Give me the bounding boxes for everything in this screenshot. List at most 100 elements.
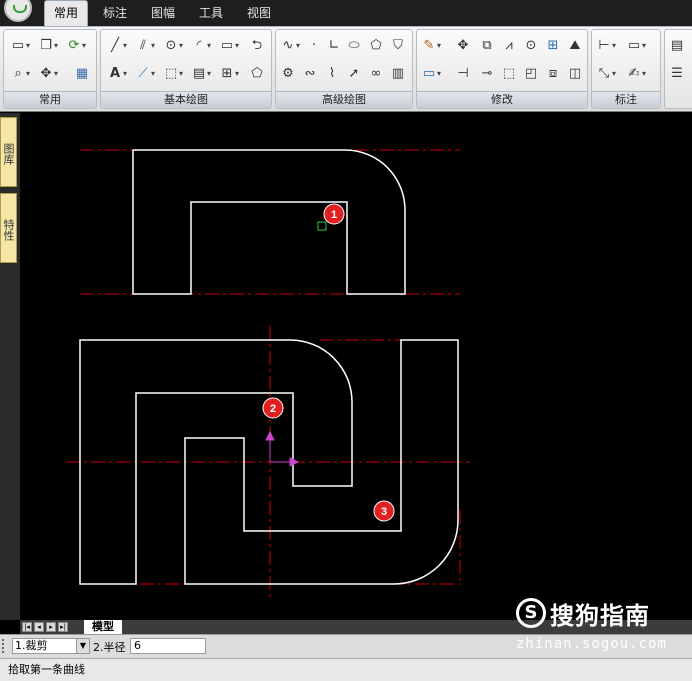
boundary-icon[interactable]: ⬠	[249, 66, 265, 82]
circle-icon[interactable]: ⊙	[163, 38, 183, 54]
radius-label: 2.半径	[93, 641, 126, 654]
note-icon[interactable]: ✍	[626, 66, 646, 82]
properties-tab[interactable]: 特性	[0, 193, 17, 263]
library-tab-label: 图库	[2, 143, 15, 165]
ribbon-group-label: 高级绘图	[276, 91, 412, 108]
marker-2: 2	[262, 397, 284, 419]
command-line: 1.裁剪 ▼ 2.半径 6	[0, 634, 692, 658]
erase-icon[interactable]: ✎	[421, 38, 441, 54]
ribbon-group-label: 基本绘图	[101, 91, 271, 108]
radius-input[interactable]: 6	[130, 638, 206, 654]
explode-icon[interactable]: ⧈	[545, 66, 561, 82]
tab-dimension[interactable]: 标注	[96, 0, 134, 26]
first-layout-button[interactable]: |◂	[22, 622, 32, 632]
spline-icon[interactable]: ∿	[280, 38, 300, 54]
table-icon[interactable]: ▥	[390, 66, 406, 82]
point-icon[interactable]: ·	[306, 38, 322, 54]
copy-icon[interactable]: ❐	[38, 38, 58, 54]
scale-icon[interactable]: ⛰	[567, 38, 583, 54]
angle-icon[interactable]: ∟	[326, 38, 342, 54]
linear-dimension-icon[interactable]: ⊢	[596, 38, 616, 54]
line-icon[interactable]: ╱	[107, 38, 127, 54]
mirror-icon[interactable]: ⩘	[501, 38, 517, 54]
stretch-icon[interactable]: ⬚	[501, 66, 517, 82]
ribbon-group-label: 常用	[4, 91, 96, 108]
layer-icon[interactable]: ▦	[74, 66, 90, 82]
block-icon[interactable]: ⬚	[163, 66, 183, 82]
chevron-down-icon[interactable]: ▼	[76, 639, 89, 653]
tab-common[interactable]: 常用	[44, 0, 88, 26]
properties-icon[interactable]: ▤	[669, 38, 685, 54]
move-icon[interactable]: ✥	[455, 38, 471, 54]
properties-tab-label: 特性	[2, 219, 15, 241]
ribbon-group-modify: ✎ ✥ ⧉ ⩘ ⊙ ⊞ ⛰ ▭ ⊣ ⊸ ⬚ ◰ ⧈ ◫ 修改	[416, 29, 588, 109]
grip-handle[interactable]	[2, 639, 7, 653]
pan-icon[interactable]: ✥	[38, 66, 58, 82]
ribbon-tab-bar: 常用 标注 图幅 工具 视图	[0, 0, 692, 26]
pick-box-icon	[317, 221, 327, 231]
prev-layout-button[interactable]: ◂	[34, 622, 44, 632]
symbol-icon[interactable]: ⛉	[390, 38, 406, 54]
ribbon-group-dimension: ⊢ ▭ ⤡ ✍ 标注	[591, 29, 661, 109]
tab-frame[interactable]: 图幅	[144, 0, 182, 26]
fillet-icon[interactable]: ◰	[523, 66, 539, 82]
ribbon-group-advanced-draw: ∿ · ∟ ⬭ ⬠ ⛉ ⚙ ∾ ⌇ ➚ ∞ ▥ 高级绘图	[275, 29, 413, 109]
option-1-select[interactable]: 1.裁剪 ▼	[12, 638, 90, 654]
gear-icon[interactable]: ⚙	[280, 66, 296, 82]
marker-1: 1	[323, 203, 345, 225]
centerline-icon[interactable]: ⟋	[135, 66, 155, 82]
app-logo-icon[interactable]	[4, 0, 32, 22]
marker-3: 3	[373, 500, 395, 522]
polyline-icon[interactable]: ⮌	[249, 38, 265, 54]
wave-icon[interactable]: ∾	[302, 66, 318, 82]
text-icon[interactable]: A	[107, 66, 127, 82]
option-1-prefix: 1.	[15, 639, 26, 652]
arc-icon[interactable]: ◜	[191, 38, 211, 54]
extend-icon[interactable]: ⊸	[479, 66, 495, 82]
hole-icon[interactable]: ∞	[368, 66, 384, 82]
polygon-icon[interactable]: ⬠	[368, 38, 384, 54]
status-bar: 拾取第一条曲线	[0, 658, 692, 681]
marker-3-label: 3	[381, 506, 387, 518]
drawing-svg[interactable]: 1 2 3	[20, 113, 692, 620]
parallel-line-icon[interactable]: ⫽	[135, 38, 155, 54]
copy-object-icon[interactable]: ⧉	[479, 38, 495, 54]
ribbon-group-label: 修改	[417, 91, 587, 108]
option-1-value: 裁剪	[25, 639, 48, 652]
marker-1-label: 1	[331, 209, 337, 221]
left-palette: 图库 特性	[0, 113, 20, 620]
model-tab[interactable]: 模型	[84, 620, 122, 634]
ribbon: ▭ ❐ ⟳ ⌕ ✥ ▦ 常用 ╱ ⫽ ⊙ ◜ ▭ ⮌ A ⟋ ⬚ ▤ ⊞ ⬠ 基…	[0, 26, 692, 112]
ribbon-group-label: 标注	[592, 91, 660, 108]
trim-icon[interactable]: ▭	[421, 66, 441, 82]
last-layout-button[interactable]: ▸|	[58, 622, 68, 632]
library-tab[interactable]: 图库	[0, 117, 17, 187]
break-icon[interactable]: ⊣	[455, 66, 471, 82]
offset-icon[interactable]: ◫	[567, 66, 583, 82]
tab-tools[interactable]: 工具	[192, 0, 230, 26]
new-file-icon[interactable]: ▭	[10, 38, 30, 54]
marker-2-label: 2	[270, 403, 276, 415]
ribbon-group-overflow: ▤ ☰	[664, 29, 692, 109]
ribbon-group-common: ▭ ❐ ⟳ ⌕ ✥ ▦ 常用	[3, 29, 97, 109]
linetype-icon[interactable]: ☰	[669, 66, 685, 82]
rotate-icon[interactable]: ⊙	[523, 38, 539, 54]
break-line-icon[interactable]: ⌇	[324, 66, 340, 82]
refresh-icon[interactable]: ⟳	[66, 38, 86, 54]
layout-tab-bar: |◂ ◂ ▸ ▸| 模型	[20, 620, 692, 634]
status-prompt: 拾取第一条曲线	[8, 663, 85, 676]
ribbon-group-basic-draw: ╱ ⫽ ⊙ ◜ ▭ ⮌ A ⟋ ⬚ ▤ ⊞ ⬠ 基本绘图	[100, 29, 272, 109]
rectangle-icon[interactable]: ▭	[219, 38, 239, 54]
drawing-canvas[interactable]: 1 2 3	[20, 113, 692, 620]
leader-icon[interactable]: ⤡	[596, 66, 616, 82]
array-modify-icon[interactable]: ⊞	[545, 38, 561, 54]
hatch-icon[interactable]: ▤	[191, 66, 211, 82]
tab-view[interactable]: 视图	[240, 0, 278, 26]
zoom-icon[interactable]: ⌕	[10, 66, 30, 82]
arrow-icon[interactable]: ➚	[346, 66, 362, 82]
shape-1-outline[interactable]	[132, 149, 406, 295]
ellipse-icon[interactable]: ⬭	[346, 38, 362, 54]
array-icon[interactable]: ⊞	[219, 66, 239, 82]
next-layout-button[interactable]: ▸	[46, 622, 56, 632]
dimension-style-icon[interactable]: ▭	[626, 38, 646, 54]
